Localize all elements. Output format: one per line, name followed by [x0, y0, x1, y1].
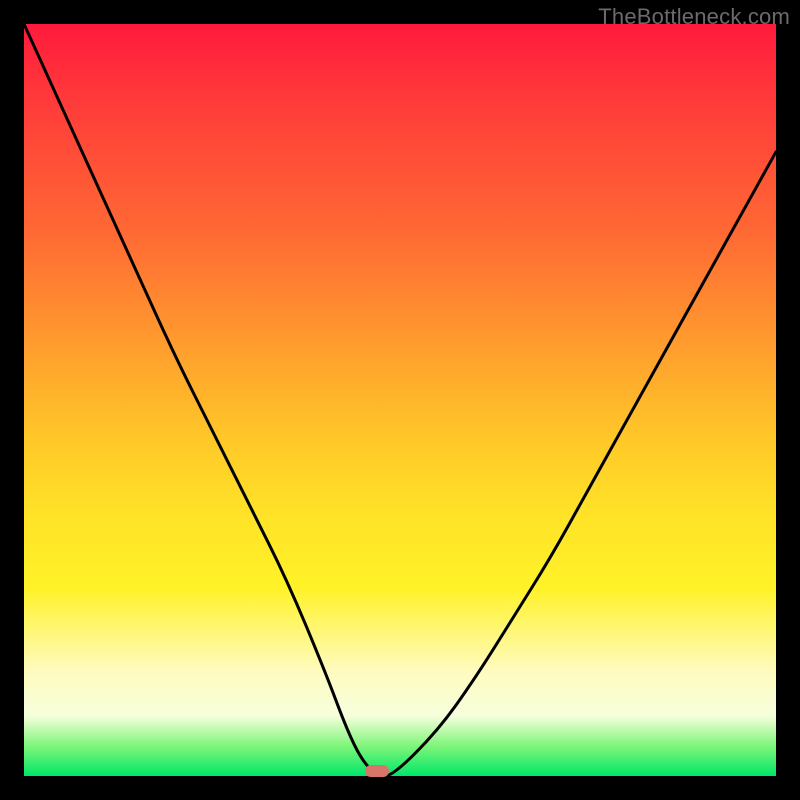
bottleneck-curve: [24, 24, 776, 776]
watermark-text: TheBottleneck.com: [598, 4, 790, 30]
vertex-marker: [365, 765, 389, 777]
chart-frame: [24, 24, 776, 776]
